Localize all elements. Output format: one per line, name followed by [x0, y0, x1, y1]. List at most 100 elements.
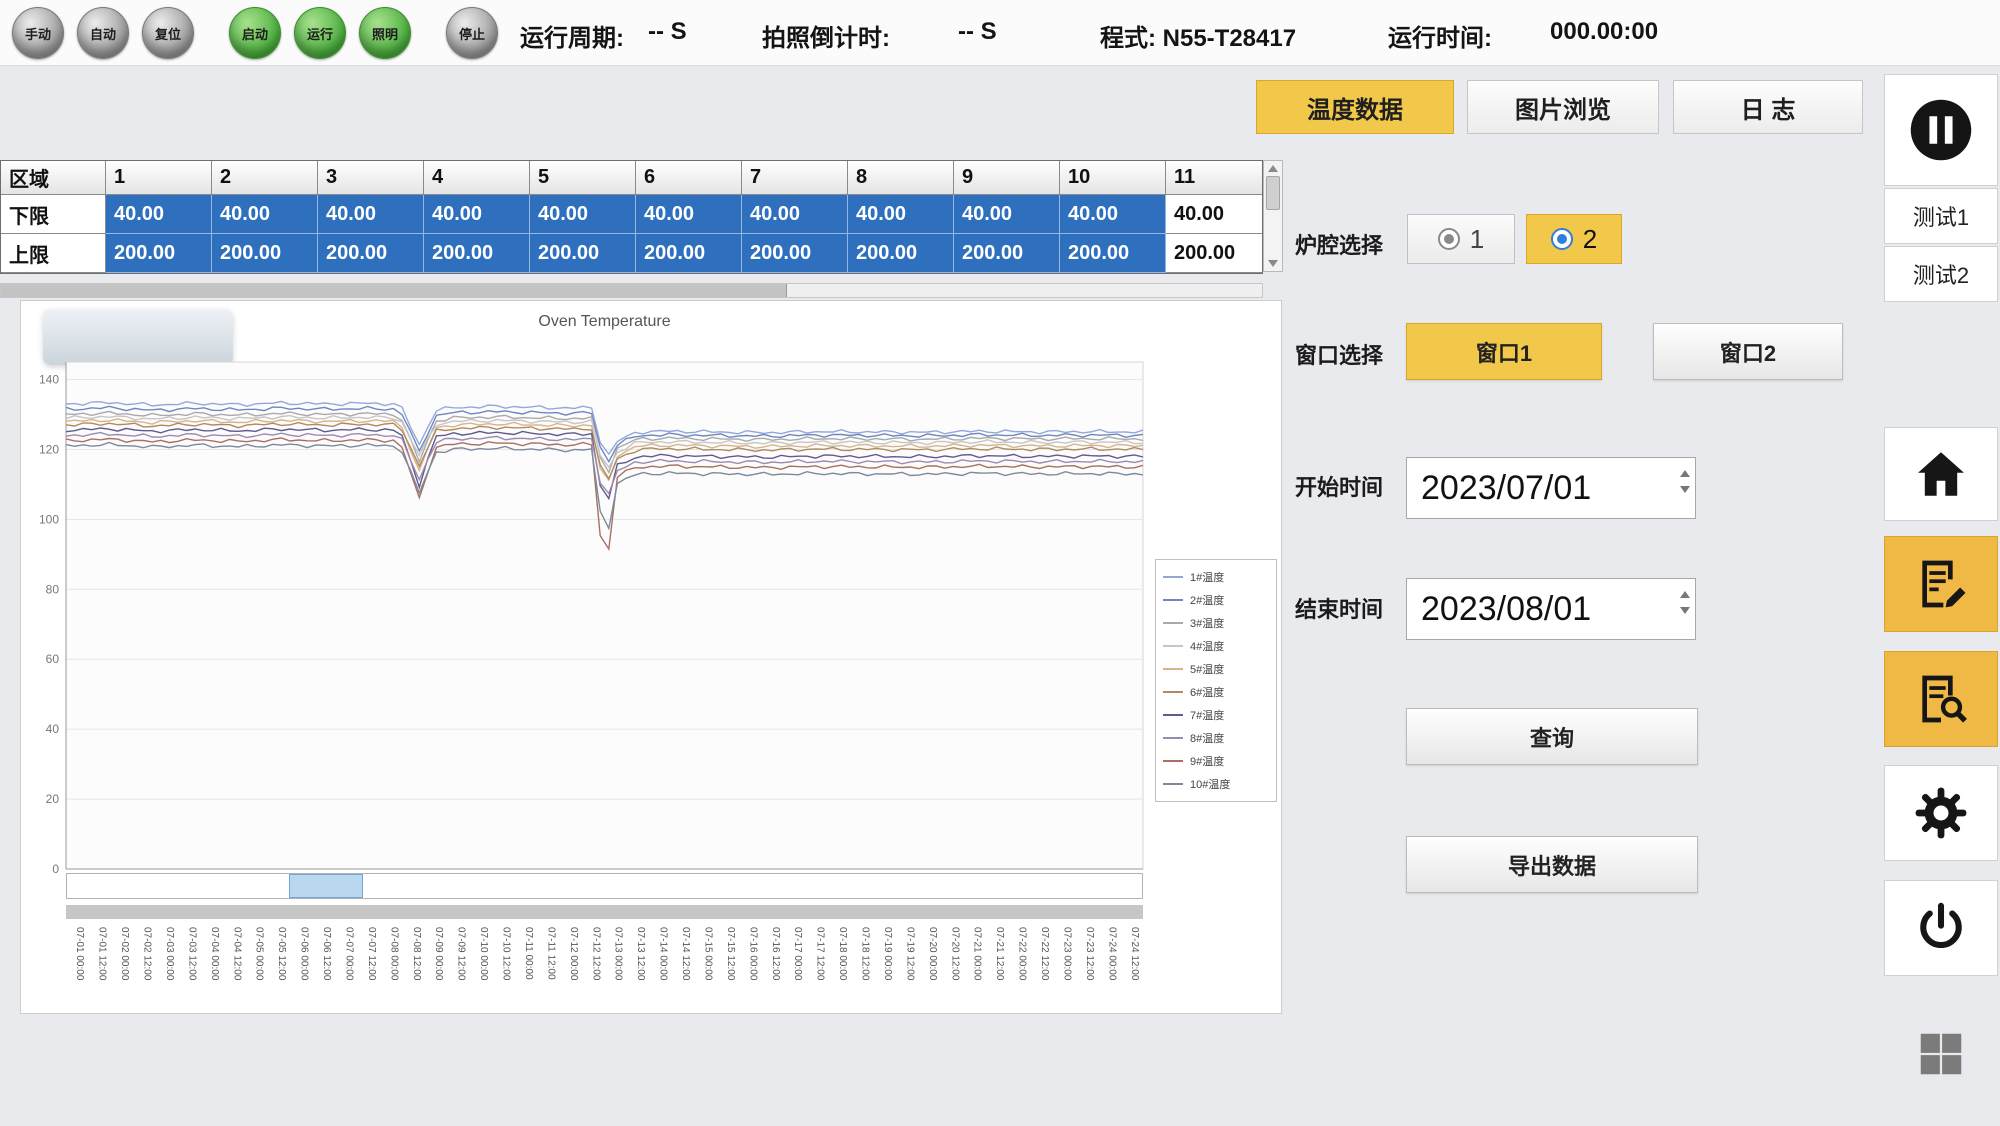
legend-label: 8#温度 — [1190, 730, 1224, 746]
topbar-button-4[interactable]: 启动 — [229, 7, 281, 59]
chart-range-scrollbar[interactable] — [66, 873, 1143, 899]
svg-text:100: 100 — [39, 512, 59, 526]
limit-cell-r1c11[interactable]: 40.00 — [1166, 195, 1262, 234]
svg-text:07-07 00:00: 07-07 00:00 — [344, 927, 355, 981]
svg-text:07-13 00:00: 07-13 00:00 — [613, 927, 624, 981]
limit-cell-r2c4[interactable]: 200.00 — [424, 234, 530, 273]
topbar-button-1[interactable]: 手动 — [12, 7, 64, 59]
limit-cell-r1c10[interactable]: 40.00 — [1060, 195, 1166, 234]
limit-cell-r2c10[interactable]: 200.00 — [1060, 234, 1166, 273]
topbar-button-5[interactable]: 运行 — [294, 7, 346, 59]
topbar-button-label: 照明 — [372, 24, 398, 43]
limit-cell-r2c1[interactable]: 200.00 — [106, 234, 212, 273]
column-header-4: 4 — [424, 161, 530, 195]
photo-countdown-value: -- S — [958, 18, 997, 46]
tab-1[interactable]: 温度数据 — [1256, 80, 1454, 134]
limit-cell-r1c3[interactable]: 40.00 — [318, 195, 424, 234]
date-spinner-icon[interactable] — [1680, 470, 1690, 493]
svg-text:07-10 00:00: 07-10 00:00 — [478, 927, 489, 981]
sidebar-item-test2[interactable]: 测试2 — [1884, 246, 1998, 302]
limit-cell-r1c4[interactable]: 40.00 — [424, 195, 530, 234]
limit-cell-r2c11[interactable]: 200.00 — [1166, 234, 1262, 273]
tab-2[interactable]: 图片浏览 — [1467, 80, 1659, 134]
svg-text:07-08 00:00: 07-08 00:00 — [388, 927, 399, 981]
scroll-down-icon[interactable] — [1268, 260, 1278, 267]
svg-text:07-23 00:00: 07-23 00:00 — [1062, 927, 1073, 981]
table-vertical-scrollbar[interactable] — [1263, 160, 1283, 272]
svg-text:07-08 12:00: 07-08 12:00 — [411, 927, 422, 981]
sidebar-item-test1[interactable]: 测试1 — [1884, 188, 1998, 244]
tab-3[interactable]: 日 志 — [1673, 80, 1863, 134]
home-button[interactable] — [1884, 427, 1998, 521]
pause-icon — [1908, 97, 1974, 163]
topbar-button-3[interactable]: 复位 — [142, 7, 194, 59]
topbar-button-7[interactable]: 停止 — [446, 7, 498, 59]
limit-cell-r1c6[interactable]: 40.00 — [636, 195, 742, 234]
svg-text:40: 40 — [46, 722, 60, 736]
svg-text:07-22 00:00: 07-22 00:00 — [1017, 927, 1028, 981]
svg-text:07-12 12:00: 07-12 12:00 — [590, 927, 601, 981]
limits-table: 区域1234567891011下限40.0040.0040.0040.0040.… — [0, 160, 1263, 274]
end-date-value: 2023/08/01 — [1421, 590, 1591, 629]
svg-text:07-22 12:00: 07-22 12:00 — [1039, 927, 1050, 981]
limit-cell-r2c9[interactable]: 200.00 — [954, 234, 1060, 273]
legend-swatch — [1163, 668, 1183, 670]
x-axis-band — [66, 905, 1143, 919]
legend-swatch — [1163, 691, 1183, 693]
chamber-option-1[interactable]: 1 — [1407, 214, 1515, 264]
horizontal-scroll-thumb[interactable] — [1, 284, 787, 297]
settings-button[interactable] — [1884, 765, 1998, 861]
limit-cell-r1c1[interactable]: 40.00 — [106, 195, 212, 234]
vertical-scroll-thumb[interactable] — [1266, 176, 1280, 210]
run-cycle-value: -- S — [648, 18, 687, 46]
chart-range-thumb[interactable] — [289, 874, 363, 898]
limit-cell-r2c8[interactable]: 200.00 — [848, 234, 954, 273]
limit-cell-r1c8[interactable]: 40.00 — [848, 195, 954, 234]
start-date-input[interactable]: 2023/07/01 — [1406, 457, 1696, 519]
legend-item-8: 8#温度 — [1163, 730, 1269, 746]
chamber-option-2[interactable]: 2 — [1526, 214, 1622, 264]
topbar-button-6[interactable]: 照明 — [359, 7, 411, 59]
search-document-icon — [1913, 671, 1969, 727]
legend-label: 7#温度 — [1190, 707, 1224, 723]
row-label-lower: 下限 — [1, 195, 106, 234]
window-1-button[interactable]: 窗口1 — [1406, 323, 1602, 380]
edit-note-button[interactable] — [1884, 536, 1998, 632]
chamber-option-label: 1 — [1470, 224, 1484, 255]
svg-text:07-01 12:00: 07-01 12:00 — [97, 927, 108, 981]
date-spinner-icon[interactable] — [1680, 591, 1690, 614]
svg-text:07-05 00:00: 07-05 00:00 — [254, 927, 265, 981]
hmi-screen: 手动自动复位启动运行照明停止 运行周期: -- S 拍照倒计时: -- S 程式… — [0, 0, 2000, 1126]
pause-button[interactable] — [1884, 74, 1998, 186]
window-1-label: 窗口1 — [1476, 336, 1532, 368]
scroll-up-icon[interactable] — [1268, 165, 1278, 172]
limit-cell-r1c9[interactable]: 40.00 — [954, 195, 1060, 234]
limit-cell-r2c7[interactable]: 200.00 — [742, 234, 848, 273]
table-corner-header: 区域 — [1, 161, 106, 195]
svg-text:07-15 12:00: 07-15 12:00 — [725, 927, 736, 981]
search-log-button[interactable] — [1884, 651, 1998, 747]
column-header-3: 3 — [318, 161, 424, 195]
table-horizontal-scrollbar[interactable] — [0, 283, 1263, 298]
query-button[interactable]: 查询 — [1406, 708, 1698, 765]
apps-grid-button[interactable] — [1884, 1008, 1998, 1100]
svg-text:07-21 12:00: 07-21 12:00 — [994, 927, 1005, 981]
limit-cell-r1c5[interactable]: 40.00 — [530, 195, 636, 234]
export-data-button[interactable]: 导出数据 — [1406, 836, 1698, 893]
limit-cell-r2c3[interactable]: 200.00 — [318, 234, 424, 273]
limit-cell-r1c7[interactable]: 40.00 — [742, 195, 848, 234]
chart-legend: 1#温度2#温度3#温度4#温度5#温度6#温度7#温度8#温度9#温度10#温… — [1155, 559, 1277, 802]
svg-text:07-24 00:00: 07-24 00:00 — [1106, 927, 1117, 981]
end-date-input[interactable]: 2023/08/01 — [1406, 578, 1696, 640]
limit-cell-r2c6[interactable]: 200.00 — [636, 234, 742, 273]
legend-swatch — [1163, 783, 1183, 785]
power-button[interactable] — [1884, 880, 1998, 976]
legend-label: 5#温度 — [1190, 661, 1224, 677]
limit-cell-r2c2[interactable]: 200.00 — [212, 234, 318, 273]
test1-label: 测试1 — [1913, 200, 1969, 232]
limit-cell-r2c5[interactable]: 200.00 — [530, 234, 636, 273]
window-2-button[interactable]: 窗口2 — [1653, 323, 1843, 380]
svg-text:07-12 00:00: 07-12 00:00 — [568, 927, 579, 981]
topbar-button-2[interactable]: 自动 — [77, 7, 129, 59]
limit-cell-r1c2[interactable]: 40.00 — [212, 195, 318, 234]
